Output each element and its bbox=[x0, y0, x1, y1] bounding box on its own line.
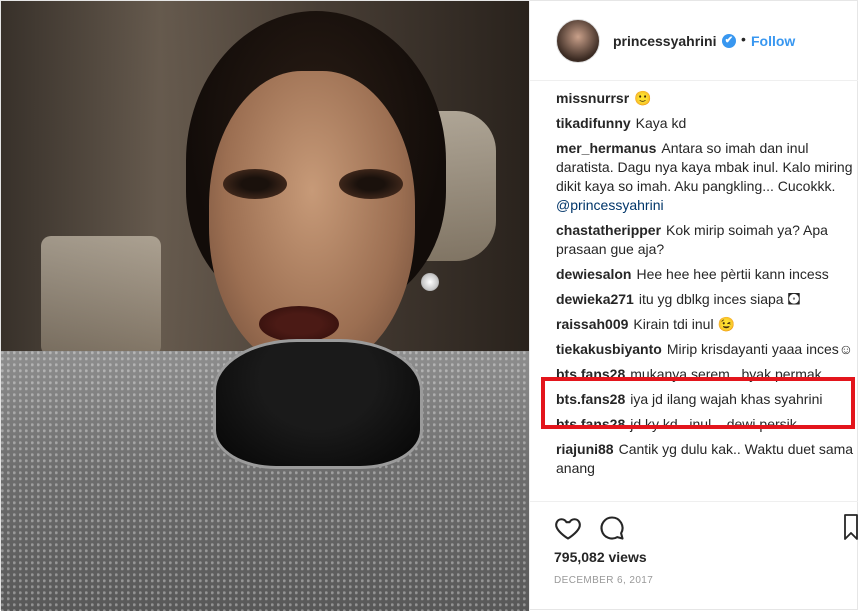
comment-item: riajuni88 Cantik yg dulu kak.. Waktu duet… bbox=[556, 440, 856, 478]
comment-list[interactable]: missnurrsr 🙂 tikadifunny Kaya kd mer_herma… bbox=[556, 89, 856, 499]
comment-item: missnurrsr 🙂 bbox=[556, 89, 856, 108]
verified-badge-icon: ✔ bbox=[722, 34, 736, 48]
right-eye bbox=[339, 169, 403, 199]
comment-text: Mirip krisdayanti yaaa inces☺ bbox=[666, 341, 854, 357]
comment-text: Kaya kd bbox=[635, 115, 687, 131]
comment-username[interactable]: missnurrsr bbox=[556, 90, 629, 106]
comment-username[interactable]: chastatheripper bbox=[556, 222, 661, 238]
comment-text: Kirain tdi inul 😉 bbox=[633, 316, 735, 332]
post-video[interactable] bbox=[1, 1, 529, 611]
comment-item: tiekakusbiyanto Mirip krisdayanti yaaa in… bbox=[556, 340, 856, 359]
car-seat bbox=[41, 236, 161, 356]
heart-icon[interactable] bbox=[554, 514, 582, 542]
comment-username[interactable]: bts.fans28 bbox=[556, 416, 625, 432]
comment-item: tikadifunny Kaya kd bbox=[556, 114, 856, 133]
comment-item: bts.fans28 iya jd ilang wajah khas syahri… bbox=[556, 390, 856, 409]
separator-dot: • bbox=[741, 31, 746, 47]
username-link[interactable]: princessyahrini bbox=[613, 33, 717, 49]
post-date[interactable]: DECEMBER 6, 2017 bbox=[554, 575, 653, 586]
comment-text: jd ky kd.. inul... dewi persik bbox=[630, 416, 797, 432]
post-header: princessyahrini ✔ • Follow bbox=[530, 1, 858, 81]
comment-username[interactable]: mer_hermanus bbox=[556, 140, 656, 156]
comment-text: itu yg dblkg inces siapa 🖸 bbox=[638, 291, 801, 307]
comment-item: chastatheripper Kok mirip soimah ya? Apa … bbox=[556, 221, 856, 259]
post-side-panel: princessyahrini ✔ • Follow missnurrsr 🙂 t… bbox=[529, 1, 858, 611]
follow-button[interactable]: Follow bbox=[751, 33, 795, 49]
lips bbox=[259, 306, 339, 342]
view-count[interactable]: 795,082 views bbox=[554, 549, 647, 565]
comment-mention-link[interactable]: @princessyahrini bbox=[556, 197, 664, 213]
comment-username[interactable]: dewiesalon bbox=[556, 266, 631, 282]
comment-text: mukanya serem.. byak permak bbox=[630, 366, 822, 382]
bookmark-icon[interactable] bbox=[844, 514, 858, 540]
comment-username[interactable]: raissah009 bbox=[556, 316, 628, 332]
comment-bubble-icon[interactable] bbox=[598, 514, 626, 542]
earring bbox=[421, 273, 439, 291]
comment-username[interactable]: dewieka271 bbox=[556, 291, 634, 307]
comment-text: Hee hee hee pèrtii kann incess bbox=[636, 266, 829, 282]
comment-username[interactable]: tikadifunny bbox=[556, 115, 631, 131]
comment-item: bts.fans28 mukanya serem.. byak permak bbox=[556, 365, 856, 384]
left-eye bbox=[223, 169, 287, 199]
comment-username[interactable]: bts.fans28 bbox=[556, 366, 625, 382]
comment-item: dewiesalon Hee hee hee pèrtii kann incess bbox=[556, 265, 856, 284]
instagram-post: princessyahrini ✔ • Follow missnurrsr 🙂 t… bbox=[0, 0, 858, 611]
black-collar bbox=[213, 339, 423, 469]
post-actions: 795,082 views DECEMBER 6, 2017 bbox=[530, 501, 858, 611]
comment-item: raissah009 Kirain tdi inul 😉 bbox=[556, 315, 856, 334]
comment-item: dewieka271 itu yg dblkg inces siapa 🖸 bbox=[556, 290, 856, 309]
comment-item: mer_hermanus Antara so imah dan inul dara… bbox=[556, 139, 856, 215]
comment-username[interactable]: bts.fans28 bbox=[556, 391, 625, 407]
comment-item: bts.fans28 jd ky kd.. inul... dewi persik bbox=[556, 415, 856, 434]
comment-text: 🙂 bbox=[634, 90, 652, 106]
comment-username[interactable]: riajuni88 bbox=[556, 441, 614, 457]
comment-username[interactable]: tiekakusbiyanto bbox=[556, 341, 662, 357]
avatar[interactable] bbox=[556, 19, 600, 63]
comment-text: iya jd ilang wajah khas syahrini bbox=[630, 391, 823, 407]
